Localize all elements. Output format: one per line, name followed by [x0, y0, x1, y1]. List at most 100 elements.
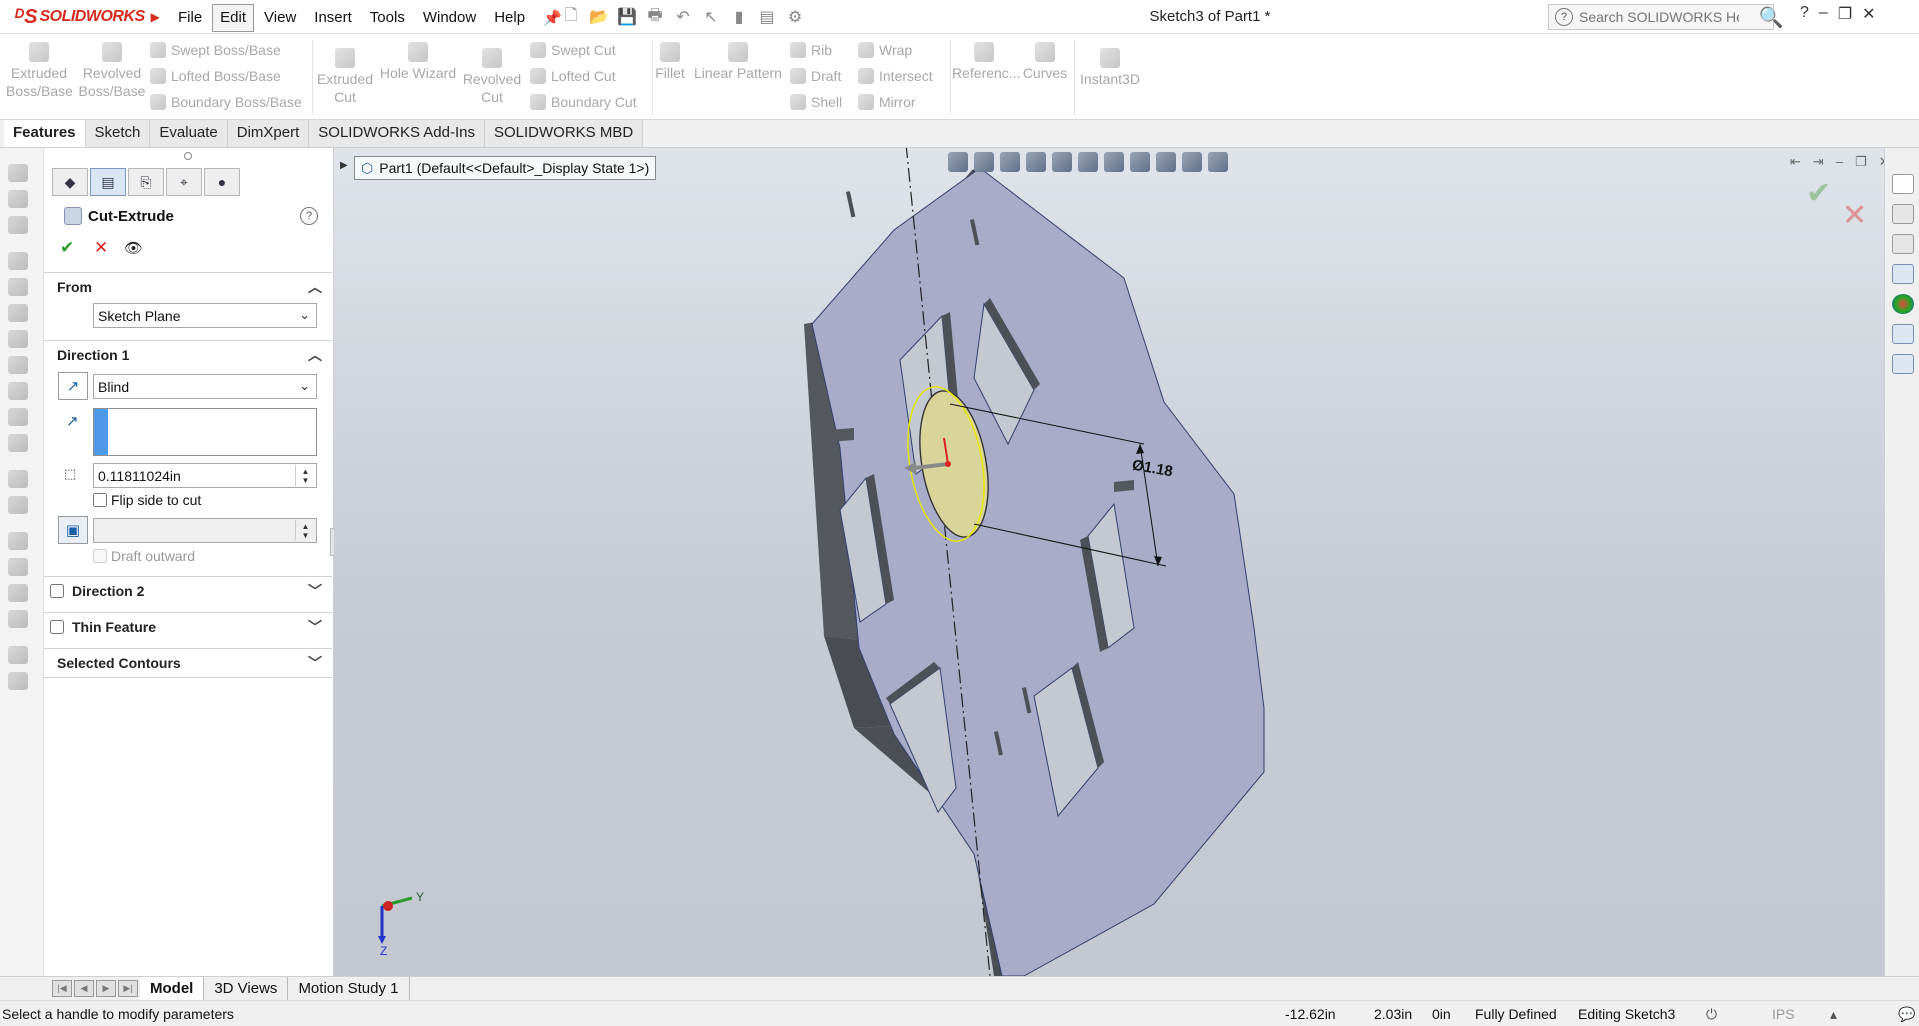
boundary-boss-button[interactable]: Boundary Boss/Base — [150, 94, 302, 110]
close-button[interactable]: ✕ — [1862, 4, 1875, 24]
detailed-preview-eye-icon[interactable]: 👁 — [124, 239, 143, 257]
tab-sketch[interactable]: Sketch — [85, 120, 151, 147]
reference-geometry-button[interactable]: Referenc... — [952, 42, 1020, 82]
rebuild-icon[interactable]: ▮ — [728, 6, 750, 28]
display-manager-tab-icon[interactable]: ● — [204, 168, 240, 196]
tab-dimxpert[interactable]: DimXpert — [227, 120, 310, 147]
help-search-box[interactable]: ? — [1548, 4, 1774, 30]
panel-grip-icon[interactable] — [184, 152, 192, 160]
graphics-area[interactable]: Ø1.18 ▶ ⬡ Part1 (Default<<Default>_Displ… — [334, 148, 1884, 976]
menu-edit[interactable]: Edit — [212, 4, 255, 32]
mirror-button[interactable]: Mirror — [858, 94, 916, 110]
open-icon[interactable]: 📂 — [588, 6, 610, 28]
tool-icon[interactable] — [8, 470, 28, 488]
expand-chevron-icon[interactable]: ﹀ — [308, 653, 322, 673]
feature-manager-tab-icon[interactable]: ◆ — [52, 168, 88, 196]
file-explorer-icon[interactable] — [1892, 264, 1914, 284]
custom-properties-icon[interactable] — [1892, 324, 1914, 344]
zoom-area-icon[interactable] — [974, 152, 994, 172]
depth-input[interactable]: 0.11811024in ▲ ▼ — [93, 463, 317, 488]
thin-feature-group-header[interactable]: Thin Feature ﹀ — [44, 612, 332, 640]
tool-icon[interactable] — [8, 558, 28, 576]
intersect-button[interactable]: Intersect — [858, 68, 933, 84]
forum-icon[interactable] — [1892, 354, 1914, 374]
viewport-minimize-icon[interactable]: – — [1836, 154, 1843, 170]
tool-icon[interactable] — [8, 190, 28, 208]
draft-outward-checkbox[interactable]: Draft outward — [93, 548, 195, 564]
section-view-icon[interactable] — [1026, 152, 1046, 172]
lofted-boss-button[interactable]: Lofted Boss/Base — [150, 68, 281, 84]
tab-3d-views[interactable]: 3D Views — [204, 977, 289, 1000]
tool-icon[interactable] — [8, 304, 28, 322]
undo-icon[interactable]: ↶ — [672, 6, 694, 28]
apply-scene-icon[interactable] — [1182, 152, 1202, 172]
tool-icon[interactable] — [8, 278, 28, 296]
dimxpert-manager-tab-icon[interactable]: ⌖ — [166, 168, 202, 196]
search-icon[interactable]: 🔍 — [1756, 4, 1786, 30]
tool-icon[interactable] — [8, 408, 28, 426]
draft-angle-input[interactable]: ▲ ▼ — [93, 518, 317, 543]
wrap-button[interactable]: Wrap — [858, 42, 912, 58]
help-menu-button[interactable]: ? — [1800, 4, 1809, 24]
lofted-cut-button[interactable]: Lofted Cut — [530, 68, 616, 84]
thin-feature-checkbox[interactable] — [50, 619, 64, 634]
design-library-icon[interactable] — [1892, 234, 1914, 254]
tab-evaluate[interactable]: Evaluate — [150, 120, 228, 147]
help-search-input[interactable] — [1579, 9, 1739, 25]
file-properties-icon[interactable]: ▤ — [756, 6, 778, 28]
swept-cut-button[interactable]: Swept Cut — [530, 42, 616, 58]
end-condition-select[interactable]: Blind ⌄ — [93, 374, 317, 399]
rebuild-indicator-icon[interactable]: ⏻ — [1706, 1006, 1717, 1023]
menu-view[interactable]: View — [256, 4, 304, 32]
viewport-expand-icon[interactable]: ⇥ — [1813, 154, 1824, 170]
select-icon[interactable]: ↖ — [700, 6, 722, 28]
reverse-direction-icon[interactable]: ↗ — [58, 372, 88, 400]
direction2-group-header[interactable]: Direction 2 ﹀ — [44, 576, 332, 604]
view-settings-icon[interactable] — [1208, 152, 1228, 172]
save-icon[interactable]: 💾 — [616, 6, 638, 28]
tool-icon[interactable] — [8, 646, 28, 664]
menu-file[interactable]: File — [170, 4, 210, 32]
menu-help[interactable]: Help — [486, 4, 533, 32]
collapse-chevron-icon[interactable]: ︿ — [308, 277, 322, 297]
zoom-to-fit-icon[interactable] — [948, 152, 968, 172]
direction-vector-selection-box[interactable] — [93, 408, 317, 456]
menu-tools[interactable]: Tools — [362, 4, 413, 32]
flip-side-checkbox[interactable]: Flip side to cut — [93, 492, 201, 508]
revolved-cut-button[interactable]: Revolved Cut — [460, 48, 524, 106]
tool-icon[interactable] — [8, 252, 28, 270]
property-manager-tab-icon[interactable]: ▤ — [90, 168, 126, 196]
from-select[interactable]: Sketch Plane ⌄ — [93, 303, 317, 328]
help-icon[interactable]: ? — [300, 207, 318, 225]
tool-icon[interactable] — [8, 216, 28, 234]
tab-features[interactable]: Features — [4, 120, 86, 147]
tool-icon[interactable] — [8, 584, 28, 602]
ok-button[interactable]: ✔ — [60, 238, 74, 258]
expand-chevron-icon[interactable]: ﹀ — [308, 617, 322, 637]
display-style-icon[interactable] — [1104, 152, 1124, 172]
collapse-chevron-icon[interactable]: ︿ — [308, 345, 322, 365]
feature-tree-flyout[interactable]: ⬡ Part1 (Default<<Default>_Display State… — [354, 156, 657, 180]
linear-pattern-button[interactable]: Linear Pattern — [692, 42, 784, 82]
options-gear-icon[interactable]: ⚙ — [784, 6, 806, 28]
tool-icon[interactable] — [8, 356, 28, 374]
tool-icon[interactable] — [8, 496, 28, 514]
extruded-cut-button[interactable]: Extruded Cut — [316, 48, 374, 106]
swept-boss-button[interactable]: Swept Boss/Base — [150, 42, 281, 58]
prev-tab-icon[interactable]: ◀ — [74, 980, 94, 997]
tab-addins[interactable]: SOLIDWORKS Add-Ins — [309, 120, 485, 147]
print-icon[interactable]: 🖶 — [644, 6, 666, 28]
tool-icon[interactable] — [8, 610, 28, 628]
viewport-restore-icon[interactable]: ❐ — [1855, 154, 1867, 170]
restore-button[interactable]: ❐ — [1838, 4, 1852, 24]
view-orientation-icon[interactable] — [1078, 152, 1098, 172]
draft-toggle-icon[interactable]: ▣ — [58, 516, 88, 544]
tab-mbd[interactable]: SOLIDWORKS MBD — [485, 120, 644, 147]
edit-appearance-icon[interactable] — [1156, 152, 1176, 172]
flip-side-check[interactable] — [93, 493, 107, 507]
draft-outward-check[interactable] — [93, 549, 107, 563]
menu-window[interactable]: Window — [415, 4, 484, 32]
minimize-button[interactable]: – — [1819, 4, 1828, 24]
direction1-group-header[interactable]: Direction 1 ︿ — [44, 340, 332, 368]
tool-icon[interactable] — [8, 434, 28, 452]
